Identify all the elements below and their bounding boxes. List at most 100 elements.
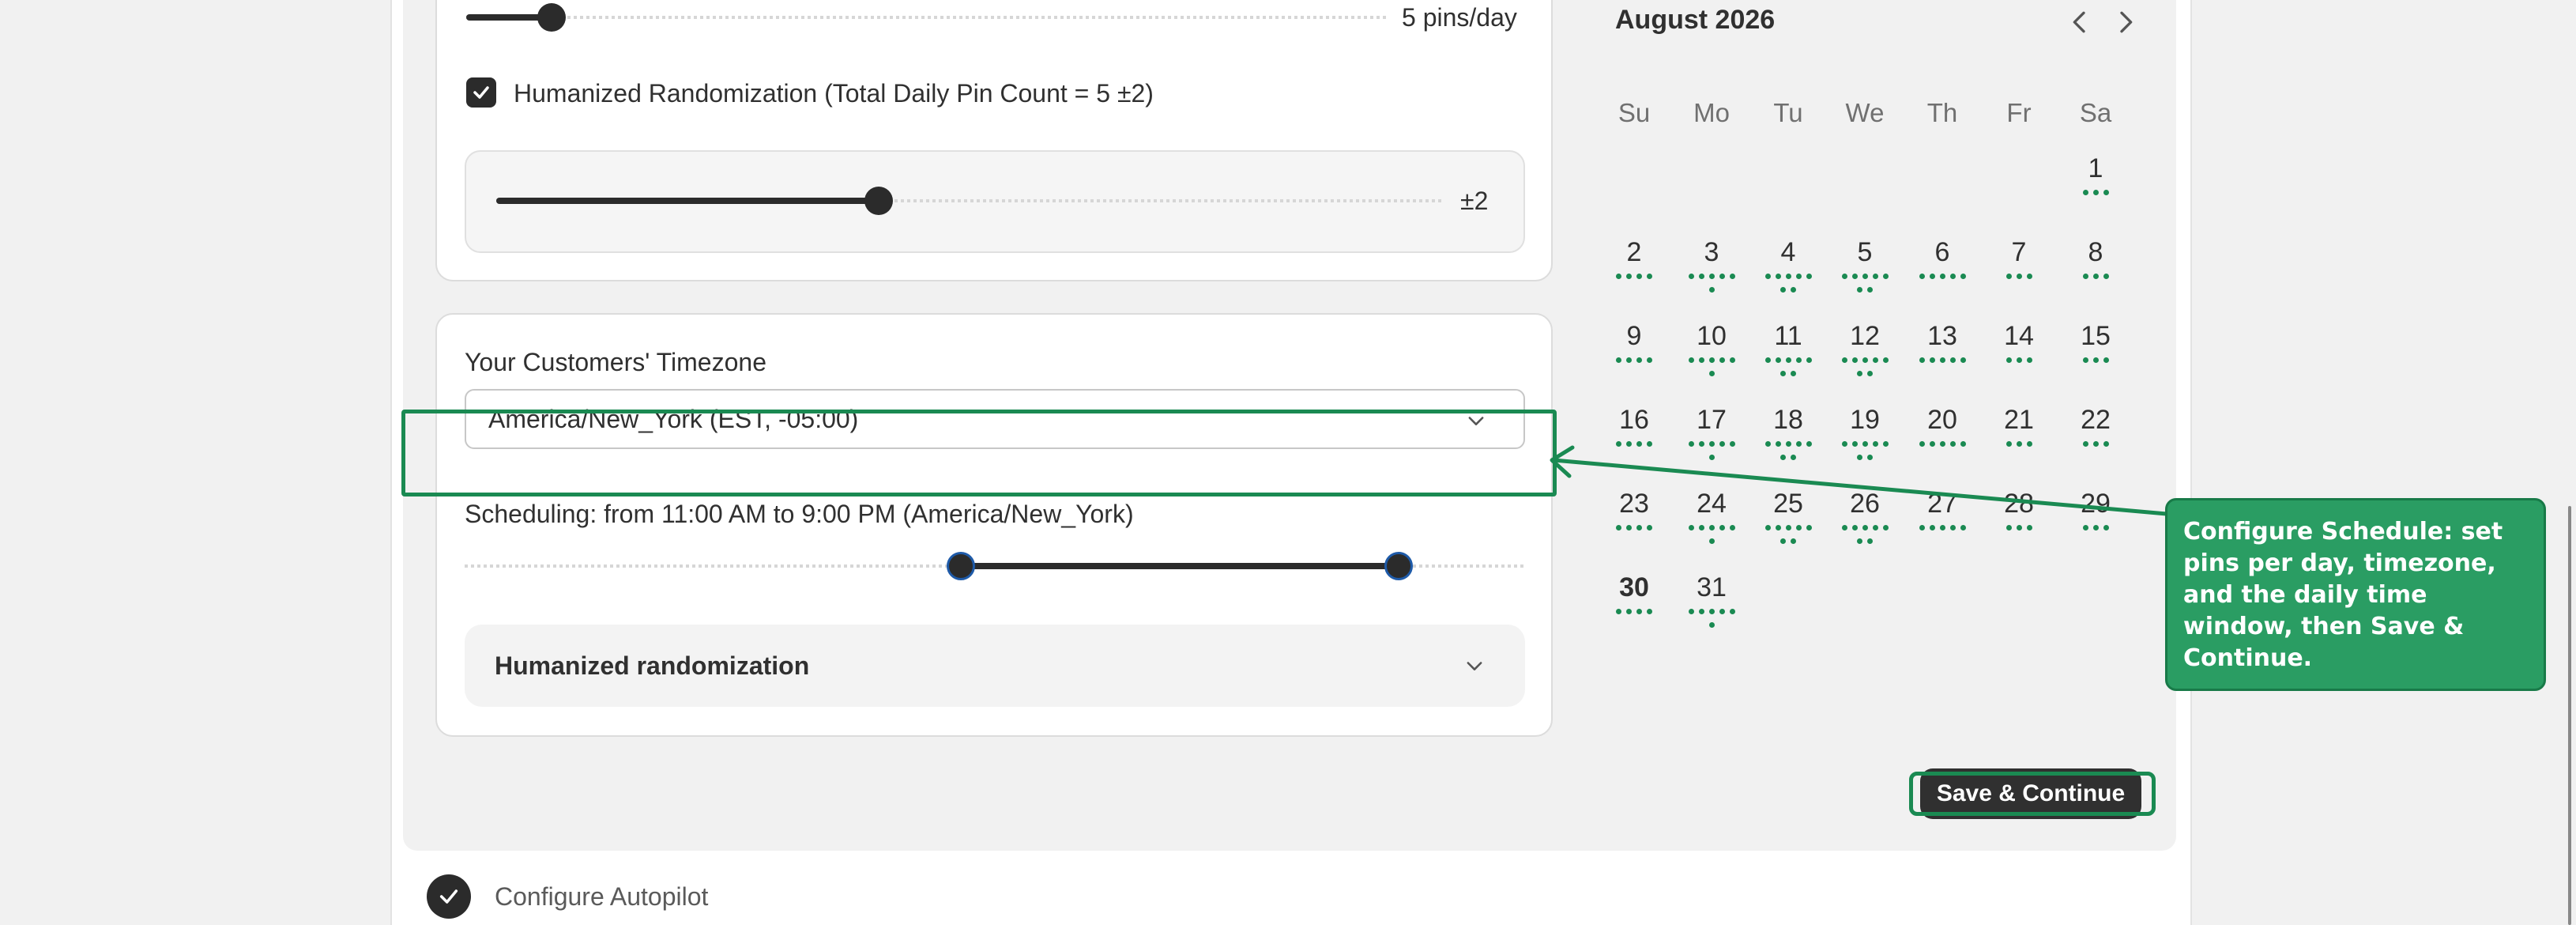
- chevron-left-icon: [2073, 11, 2085, 33]
- variance-slider-thumb[interactable]: [864, 187, 893, 215]
- pin-dot: [2016, 525, 2022, 530]
- weekday-label: We: [1845, 98, 1885, 127]
- pin-dot: [1616, 525, 1621, 530]
- scheduling-end-thumb[interactable]: [1384, 552, 1413, 580]
- pin-dot: [1841, 525, 1847, 530]
- scheduling-start-thumb[interactable]: [947, 552, 975, 580]
- pin-dot: [1872, 274, 1878, 279]
- calendar-day[interactable]: 22: [2064, 405, 2127, 436]
- pin-dot: [1719, 609, 1725, 614]
- pins-slider-track[interactable]: [466, 16, 1388, 19]
- humanized-randomization-section[interactable]: Humanized randomization: [465, 625, 1525, 707]
- pin-dot: [1806, 525, 1812, 530]
- pin-dot: [1708, 538, 1715, 544]
- calendar-day[interactable]: 12: [1833, 321, 1896, 352]
- calendar-day[interactable]: 2: [1602, 237, 1666, 268]
- calendar-day[interactable]: 14: [1987, 321, 2051, 352]
- pin-dot: [1867, 538, 1873, 544]
- chevron-down-icon: [1467, 662, 1482, 670]
- pin-dot: [1851, 357, 1858, 363]
- scheduled-pins-indicator: [2048, 274, 2143, 279]
- pin-dot: [2092, 274, 2099, 279]
- pin-dot: [1939, 357, 1945, 363]
- calendar-day[interactable]: 3: [1680, 237, 1743, 268]
- calendar-day[interactable]: 8: [2064, 237, 2127, 268]
- pin-dot: [1795, 274, 1802, 279]
- calendar-day[interactable]: 30: [1602, 572, 1666, 603]
- pin-dot: [2026, 525, 2032, 530]
- calendar-day[interactable]: 9: [1602, 321, 1666, 352]
- pin-dot: [1785, 274, 1791, 279]
- pin-dot: [1882, 525, 1889, 530]
- pin-dot: [2005, 357, 2012, 363]
- pin-dot: [1636, 525, 1642, 530]
- calendar-day[interactable]: 6: [1911, 237, 1974, 268]
- pin-dot: [1919, 274, 1925, 279]
- pin-dot: [1719, 525, 1725, 530]
- scrollbar[interactable]: [2568, 506, 2571, 925]
- randomization-checkbox[interactable]: [466, 77, 496, 108]
- pin-dot: [1867, 371, 1873, 376]
- pin-dot: [2103, 357, 2109, 363]
- pin-dot: [2092, 357, 2099, 363]
- pin-dot: [1862, 274, 1868, 279]
- timezone-highlight-box: [401, 410, 1557, 496]
- pin-dot: [1949, 274, 1956, 279]
- pin-dot: [1708, 609, 1715, 614]
- pin-dot: [1698, 274, 1704, 279]
- save-button-highlight: [1909, 772, 2156, 816]
- scheduled-pins-indicator: [2048, 190, 2143, 195]
- calendar-day[interactable]: 18: [1757, 405, 1820, 436]
- pin-dot: [1851, 274, 1858, 279]
- calendar-day[interactable]: 16: [1602, 405, 1666, 436]
- calendar-day[interactable]: 13: [1911, 321, 1974, 352]
- calendar-day[interactable]: 20: [1911, 405, 1974, 436]
- pin-dot: [1960, 357, 1966, 363]
- pin-dot: [1841, 357, 1847, 363]
- pin-dot: [1698, 609, 1704, 614]
- pin-dot: [1698, 357, 1704, 363]
- pin-dot: [1626, 525, 1632, 530]
- pin-dot: [1708, 622, 1715, 628]
- weekday-label: Sa: [2079, 98, 2112, 127]
- calendar-day[interactable]: 21: [1987, 405, 2051, 436]
- calendar-day[interactable]: 17: [1680, 405, 1743, 436]
- pins-slider-thumb[interactable]: [537, 3, 566, 32]
- step-configure-autopilot[interactable]: Configure Autopilot: [495, 882, 708, 912]
- calendar-day[interactable]: 19: [1833, 405, 1896, 436]
- callout-tooltip: Configure Schedule: set pins per day, ti…: [2165, 498, 2546, 691]
- pin-dot: [2082, 190, 2088, 195]
- calendar-day[interactable]: 15: [2064, 321, 2127, 352]
- pin-dot: [1729, 357, 1735, 363]
- pin-dot: [1647, 609, 1652, 614]
- pin-dot: [1862, 525, 1868, 530]
- scheduling-slider-fill: [961, 563, 1399, 569]
- scheduling-label: Scheduling: from 11:00 AM to 9:00 PM (Am…: [465, 500, 1134, 528]
- calendar-day[interactable]: 11: [1757, 321, 1820, 352]
- variance-slider-fill: [496, 198, 880, 204]
- calendar-day[interactable]: 7: [1987, 237, 2051, 268]
- pin-dot: [1857, 371, 1862, 376]
- calendar-next-button[interactable]: [2110, 6, 2141, 38]
- calendar-day[interactable]: 5: [1833, 237, 1896, 268]
- pin-dot: [1616, 274, 1621, 279]
- humanized-randomization-label: Humanized randomization: [495, 651, 810, 680]
- calendar-day[interactable]: 4: [1757, 237, 1820, 268]
- step-complete-badge: [427, 874, 471, 919]
- calendar-day[interactable]: 31: [1680, 572, 1743, 603]
- pin-dot: [1688, 274, 1694, 279]
- pin-dot: [2082, 357, 2088, 363]
- pin-dot: [2103, 525, 2109, 530]
- pin-dot: [2092, 525, 2099, 530]
- pin-dot: [1688, 357, 1694, 363]
- calendar-day[interactable]: 1: [2064, 153, 2127, 184]
- pin-dot: [1729, 609, 1735, 614]
- pin-dot: [1764, 525, 1771, 530]
- calendar-day[interactable]: 10: [1680, 321, 1743, 352]
- pin-dot: [2016, 274, 2022, 279]
- pin-dot: [2026, 274, 2032, 279]
- pin-dot: [1949, 357, 1956, 363]
- pin-dot: [1729, 525, 1735, 530]
- calendar-prev-button[interactable]: [2064, 6, 2096, 38]
- pin-dot: [1791, 538, 1796, 544]
